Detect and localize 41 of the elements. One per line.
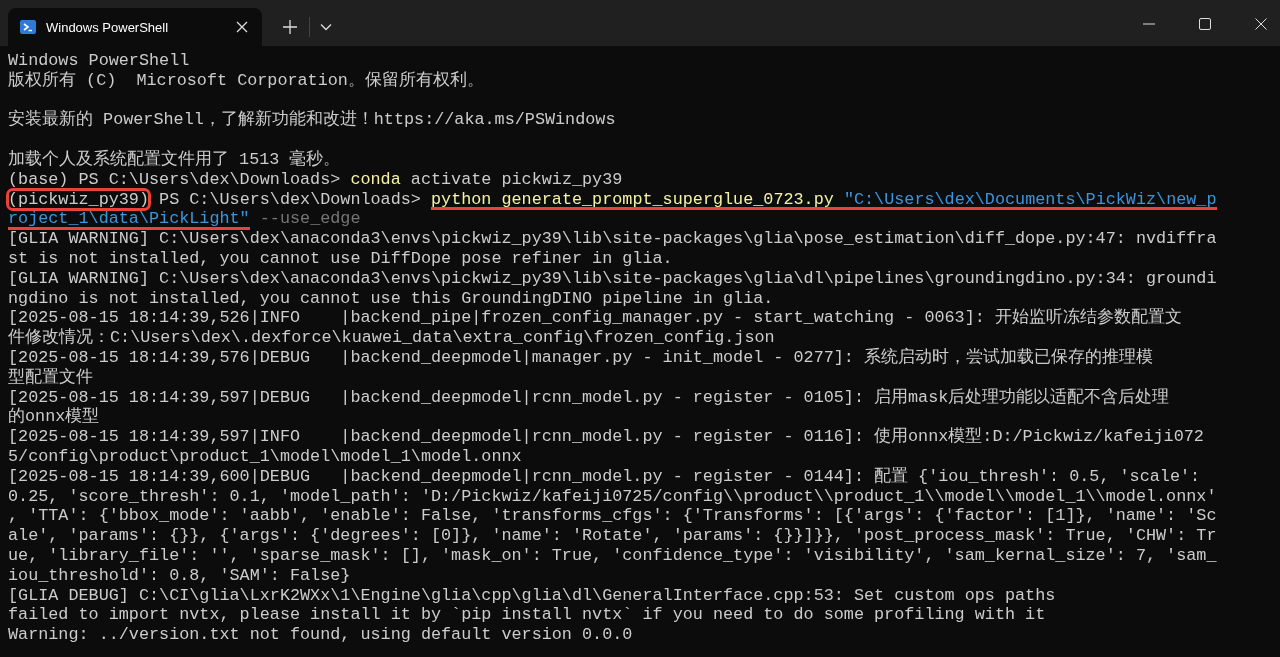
console-text: (base) PS C:\Users\dex\Downloads> [8,169,342,190]
console-text: 5/config\product\product_1\model\model_1\model.onnx [8,446,522,467]
console-text: PS C:\Users\dex\Downloads> [158,189,422,210]
console-text: Windows PowerShell [8,51,190,71]
console-text: , 'TTA': {'bbox_mode': 'aabb', 'enable': False, 'transforms_cfgs': {'Transforms': [{'args': {'factor': [1]}, 'name': 'Sc [8,506,1217,527]
console-text: 加载个人及系统配置文件用了 1513 毫秒。 [8,150,341,170]
command-text: python generate_prompt_superglue_0723.py [431,190,834,211]
console-text: ngdino is not installed, you cannot use this GroundingDINO pipeline in glia. [8,288,774,309]
terminal-tab[interactable]: Windows PowerShell [8,8,262,46]
path-text: roject_1\data\PickLight" [8,210,250,231]
option-text: --use_edge [258,209,361,230]
console-text: 安装最新的 PowerShell，了解新功能和改进！https://aka.ms/PSWindows [8,110,616,131]
console-text: [GLIA WARNING] C:\Users\dex\anaconda3\envs\pickwiz_py39\lib\site-packages\glia\pose_estimation\diff_dope.py:47: nvdiffra [8,229,1217,249]
close-icon[interactable] [236,21,248,33]
console-text: 件修改情况：C:\Users\dex\.dexforce\kuawei_data\extra_config\frozen_config.json [8,328,775,348]
console-text: st is not installed, you cannot use DiffDope pose refiner in glia. [8,248,673,269]
console-text: 型配置文件 [8,367,93,388]
console-text: Warning: ../version.txt not found, using default version 0.0.0 [8,625,633,645]
console-text: ue, 'library_file': '', 'sparse_mask': [], 'mask_on': True, 'confidence_type': 'visibility', 'sam_kernal_size': 7, 'sam_ [8,545,1217,566]
command-text: conda [350,169,401,190]
console-text: ale', 'params': {}}, {'args': {'degrees': [0]}, 'name': 'Rotate', 'params': {}}]}}, 'post_process_mask': True, 'CHW': Tr [8,526,1217,546]
console-text: [2025-08-15 18:14:39,600|DEBUG |backend_deepmodel|rcnn_model.py - register - 0144]: 配置 {'iou_thresh': 0.5, 'scale': [8,466,1201,487]
console-text: activate pickwiz_py39 [409,169,623,190]
path-text: "C:\Users\dex\Documents\PickWiz\new_p [833,190,1217,211]
console-text: [2025-08-15 18:14:39,526|INFO |backend_pipe|frozen_config_manager.py - start_watching - 0063]: 开始监听冻结参数配置文 [8,308,1182,328]
new-tab-icon[interactable] [283,20,297,34]
dropdown-icon[interactable] [320,23,332,31]
console-text: 版权所有 (C) Microsoft Corporation。保留所有权利。 [8,70,484,91]
console-text: [2025-08-15 18:14:39,597|INFO |backend_deepmodel|rcnn_model.py - register - 0116]: 使用onnx模型:D:/Pickwiz/kafeiji072 [8,427,1204,447]
console-text: 的onnx模型 [8,407,100,428]
terminal-icon [20,19,36,35]
console-text: (pickwiz_py39) [8,189,149,210]
console-text: failed to import nvtx, please install it by `pip install nvtx` if you need to do some profiling with it [8,605,1046,626]
maximize-icon[interactable] [1199,18,1211,30]
console-text: [GLIA DEBUG] C:\CI\glia\LxrK2WXx\1\Engine\glia\cpp\glia\dl\GeneralInterface.cpp:53: Set custom ops paths [8,585,1056,606]
console-text: iou_threshold': 0.8, 'SAM': False} [8,565,351,586]
console-text: 0.25, 'score_thresh': 0.1, 'model_path': 'D:/Pickwiz/kafeiji0725/config\\product\\product_1\\model\\model_1\\model.onnx' [8,486,1217,507]
console-text: [GLIA WARNING] C:\Users\dex\anaconda3\envs\pickwiz_py39\lib\site-packages\glia\dl\pipelines\groundingdino.py:34: groundi [8,268,1217,289]
close-icon[interactable] [1255,18,1267,30]
console-text: [2025-08-15 18:14:39,576|DEBUG |backend_deepmodel|manager.py - init_model - 0277]: 系统启动时，尝试加载已保存的推理模 [8,347,1153,368]
console-text: [2025-08-15 18:14:39,597|DEBUG |backend_deepmodel|rcnn_model.py - register - 0105]: 启用mask后处理功能以适配不含后处理 [8,387,1170,407]
